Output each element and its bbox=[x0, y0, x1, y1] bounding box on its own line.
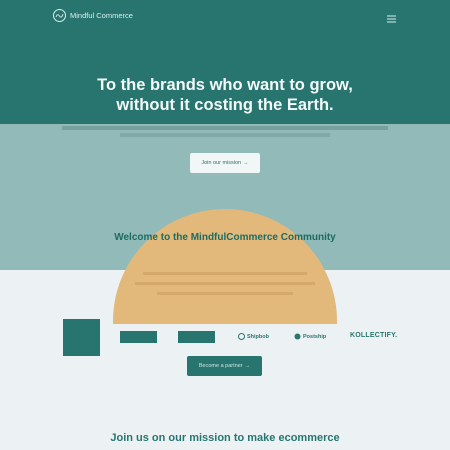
become-partner-button[interactable]: Become a partner → bbox=[187, 356, 262, 376]
hamburger-menu-icon[interactable] bbox=[387, 10, 396, 28]
hero-subtitle-blur bbox=[62, 125, 388, 144]
join-mission-button[interactable]: Join our mission → bbox=[190, 153, 260, 173]
shipbob-icon bbox=[238, 333, 245, 340]
postship-icon bbox=[294, 333, 301, 340]
hero-title-line-1: To the brands who want to grow, bbox=[97, 76, 353, 94]
partner-logo-2 bbox=[120, 331, 157, 343]
kollectify-logo: KOLLECTIFY. bbox=[350, 332, 398, 339]
brand-logo[interactable]: Mindful Commerce bbox=[53, 9, 140, 22]
shipbob-logo: Shipbob bbox=[238, 333, 269, 340]
leaf-wave-icon bbox=[53, 9, 66, 22]
postship-label: Postship bbox=[303, 333, 327, 340]
arrow-right-icon: → bbox=[244, 363, 251, 369]
community-title: Welcome to the MindfulCommerce Community bbox=[114, 232, 336, 243]
community-dome-base bbox=[113, 320, 337, 324]
partner-logo-1 bbox=[63, 319, 100, 356]
arrow-right-icon: → bbox=[243, 160, 249, 166]
shipbob-label: Shipbob bbox=[247, 333, 269, 340]
become-partner-label: Become a partner bbox=[198, 363, 243, 369]
mission-title: Join us on our mission to make ecommerce bbox=[110, 432, 340, 444]
join-mission-label: Join our mission bbox=[201, 160, 242, 166]
postship-logo: Postship bbox=[294, 333, 326, 340]
community-body-blur bbox=[135, 270, 315, 304]
hero-title-line-2: without it costing the Earth. bbox=[116, 96, 334, 114]
hero-title: To the brands who want to grow, without … bbox=[40, 75, 410, 115]
partner-logo-3 bbox=[178, 331, 215, 343]
brand-name: Mindful Commerce bbox=[70, 10, 133, 20]
